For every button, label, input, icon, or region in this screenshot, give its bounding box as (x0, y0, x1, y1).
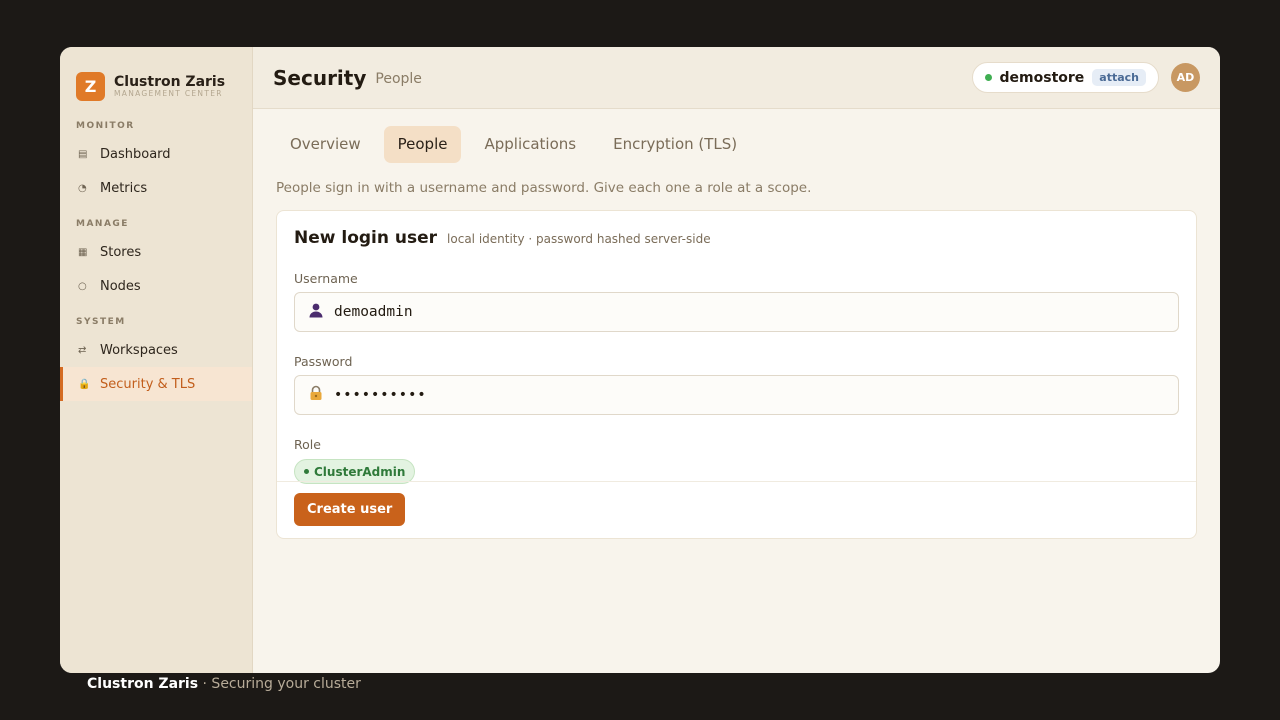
tab-applications[interactable]: Applications (470, 126, 590, 163)
metrics-icon: ◔ (78, 182, 87, 194)
intro-text: People sign in with a username and passw… (276, 180, 812, 196)
user-icon (308, 302, 334, 322)
card-subtitle: local identity · password hashed server-… (447, 232, 711, 246)
brand: Z Clustron Zaris MANAGEMENT CENTER (60, 47, 252, 107)
store-badge: attach (1092, 69, 1146, 86)
sidebar-item-label: Stores (100, 244, 142, 260)
stores-icon: ▦ (78, 246, 88, 258)
sidebar-item-label: Security & TLS (100, 376, 196, 392)
tab-people[interactable]: People (383, 126, 462, 163)
nodes-icon: ○ (78, 280, 87, 292)
password-label: Password (294, 354, 353, 369)
role-label: Role (294, 437, 321, 452)
store-name: demostore (999, 69, 1085, 86)
brand-subtitle: MANAGEMENT CENTER (114, 88, 223, 98)
password-field[interactable]: •••••••••• (294, 375, 1179, 415)
sidebar-item-label: Workspaces (100, 342, 178, 358)
lock-icon: 🔒 (78, 378, 91, 390)
brand-name: Clustron Zaris (114, 73, 226, 90)
section-title-monitor: MONITOR (76, 121, 135, 131)
sidebar-item-nodes[interactable]: ○ Nodes (60, 269, 252, 303)
brand-logo: Z (76, 71, 105, 101)
page-header: Security People demostore attach AD (253, 47, 1220, 109)
tab-encryption[interactable]: Encryption (TLS) (599, 126, 751, 163)
footer-caption: Clustron Zaris · Securing your cluster (87, 676, 361, 692)
sidebar-item-workspaces[interactable]: ⇄ Workspaces (60, 333, 252, 367)
sidebar-item-dashboard[interactable]: ▤ Dashboard (60, 137, 252, 171)
sidebar-item-metrics[interactable]: ◔ Metrics (60, 171, 252, 205)
app-window: Z Clustron Zaris MANAGEMENT CENTER MONIT… (60, 47, 1220, 673)
lock-icon (308, 385, 334, 405)
role-value: ClusterAdmin (314, 464, 406, 479)
username-value: demoadmin (334, 304, 413, 320)
username-field[interactable]: demoadmin (294, 292, 1179, 332)
section-title-system: SYSTEM (76, 317, 126, 327)
sidebar: Z Clustron Zaris MANAGEMENT CENTER MONIT… (60, 47, 253, 673)
caption-text: · Securing your cluster (198, 676, 361, 692)
store-selector[interactable]: demostore attach (971, 62, 1159, 93)
main-panel: Security People demostore attach AD Over… (253, 47, 1220, 673)
username-label: Username (294, 271, 358, 286)
avatar[interactable]: AD (1171, 63, 1200, 92)
tab-bar: Overview People Applications Encryption … (276, 126, 1197, 163)
workspaces-icon: ⇄ (78, 344, 87, 356)
section-title-manage: MANAGE (76, 219, 129, 229)
content-area: Overview People Applications Encryption … (253, 109, 1220, 539)
create-user-button[interactable]: Create user (294, 493, 406, 526)
sidebar-item-label: Dashboard (100, 146, 171, 162)
divider (277, 481, 1196, 482)
card-title: New login user (294, 228, 438, 248)
tab-overview[interactable]: Overview (276, 126, 375, 163)
new-user-card: New login user local identity · password… (276, 210, 1197, 539)
sidebar-item-label: Nodes (100, 278, 141, 294)
password-value: •••••••••• (334, 387, 427, 403)
page-title: Security (273, 65, 367, 90)
caption-brand: Clustron Zaris (87, 676, 199, 692)
sidebar-item-stores[interactable]: ▦ Stores (60, 235, 252, 269)
page-subtitle: People (375, 71, 422, 87)
status-dot-icon (984, 74, 992, 81)
sidebar-item-label: Metrics (100, 180, 148, 196)
sidebar-item-security[interactable]: 🔒 Security & TLS (60, 367, 252, 401)
role-dot-icon (304, 469, 309, 474)
dashboard-icon: ▤ (78, 148, 88, 160)
